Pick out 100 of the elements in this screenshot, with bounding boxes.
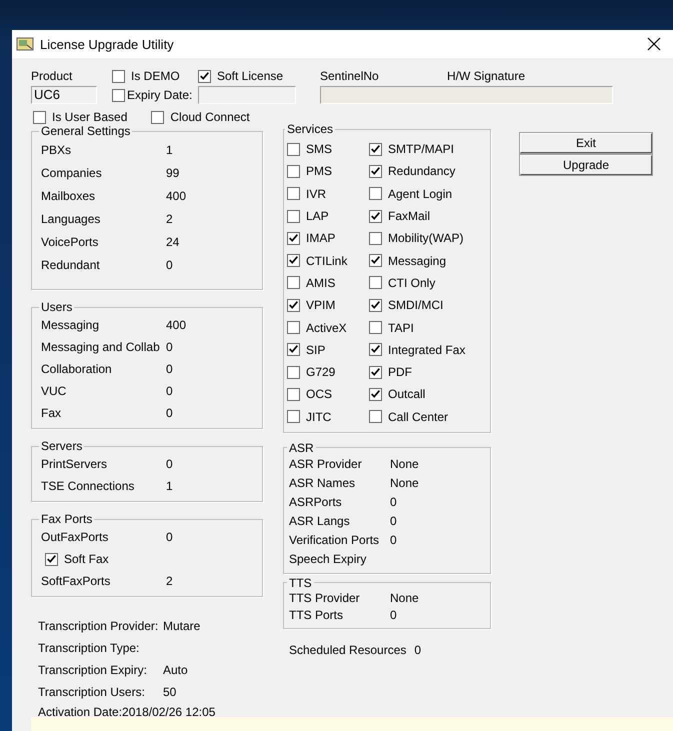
checkbox-label: Agent Login	[388, 186, 452, 201]
checkbox[interactable]	[112, 70, 125, 82]
field-label: ASR Names	[289, 476, 356, 490]
checkbox-label: CTI Only	[388, 276, 436, 290]
field-value: 0	[414, 642, 422, 657]
field-label: Verification Ports	[289, 533, 380, 548]
checkbox-label: IMAP	[306, 231, 336, 246]
checkbox-label: ActiveX	[306, 320, 347, 335]
field-value: 0	[166, 258, 173, 272]
field-label: SoftFaxPorts	[41, 574, 112, 588]
checkbox-label: VPIM	[306, 298, 336, 312]
checkbox[interactable]	[369, 410, 382, 424]
activation-date: Activation Date:2018/02/26 12:05	[38, 705, 216, 719]
checkbox-label: AMIS	[306, 276, 336, 290]
field-value: 0	[390, 608, 397, 622]
checkbox[interactable]	[369, 366, 382, 379]
checkbox[interactable]	[287, 164, 300, 178]
checkbox[interactable]	[33, 110, 46, 124]
field-label: Transcription Provider:	[38, 619, 160, 633]
checkbox[interactable]	[369, 321, 382, 334]
checkbox-label: Soft Fax	[64, 552, 109, 566]
checkbox-label: Outcall	[388, 387, 426, 402]
checkbox[interactable]	[112, 88, 125, 102]
group-title: Fax Ports	[40, 512, 94, 526]
checkbox[interactable]	[287, 276, 300, 290]
field-label: Companies	[41, 166, 103, 180]
field-label: Speech Expiry	[289, 552, 368, 566]
product-field[interactable]: UC6	[31, 86, 97, 104]
field-label: Mailboxes	[41, 188, 96, 202]
field-label: PrintServers	[41, 457, 108, 471]
checkbox-label: PMS	[306, 164, 332, 178]
group-title: Servers	[40, 439, 84, 453]
field-label: Redundant	[41, 258, 101, 272]
checkbox[interactable]	[287, 232, 300, 245]
checkbox-label: Messaging	[388, 254, 446, 268]
checkbox[interactable]	[369, 210, 382, 223]
checkbox[interactable]	[45, 552, 58, 566]
field-label: ASR Provider	[289, 457, 363, 472]
field-label: Messaging	[41, 318, 100, 332]
checkbox[interactable]	[369, 276, 382, 290]
field-value: 2	[166, 574, 173, 588]
field-value: 400	[166, 188, 186, 202]
field-value: 99	[166, 166, 180, 180]
checkbox[interactable]	[369, 343, 382, 356]
app-icon	[16, 36, 34, 52]
field-label: TSE Connections	[41, 479, 136, 493]
checkbox-label: SIP	[306, 342, 326, 357]
checkbox[interactable]	[369, 142, 382, 156]
checkbox-label: Is User Based	[52, 110, 128, 124]
checkbox[interactable]	[369, 187, 382, 200]
group-title: ASR	[288, 440, 315, 455]
checkbox-label: OCS	[306, 387, 332, 402]
checkbox[interactable]	[151, 110, 164, 124]
field-value: None	[390, 476, 419, 490]
checkbox[interactable]	[287, 410, 300, 424]
field-value: Auto	[163, 663, 188, 677]
expiry-date-field[interactable]	[198, 86, 296, 104]
checkbox-label: Call Center	[388, 410, 448, 424]
field-label: Scheduled Resources	[289, 642, 406, 657]
checkbox[interactable]	[287, 388, 300, 401]
field-value: 24	[166, 234, 180, 248]
checkbox[interactable]	[369, 164, 382, 178]
checkbox[interactable]	[287, 298, 300, 312]
window-title: License Upgrade Utility	[40, 36, 175, 52]
checkbox-label: Expiry Date:	[127, 88, 192, 102]
checkbox-label: Cloud Connect	[170, 110, 250, 124]
group-title: Users	[40, 300, 74, 314]
field-label: OutFaxPorts	[41, 530, 110, 544]
dialog-button[interactable]: Exit	[520, 133, 652, 153]
checkbox[interactable]	[287, 254, 300, 268]
field-value: 0	[166, 384, 173, 398]
checkbox[interactable]	[287, 187, 300, 200]
checkbox-label: JITC	[306, 410, 332, 424]
dialog-button[interactable]: Upgrade	[520, 155, 652, 175]
checkbox[interactable]	[287, 142, 300, 156]
field-value: 0	[166, 362, 173, 376]
checkbox-label: IVR	[306, 186, 326, 201]
checkbox[interactable]	[287, 210, 300, 223]
field-value: None	[390, 591, 419, 606]
field-label: ASRPorts	[289, 495, 343, 510]
field-label: Collaboration	[41, 362, 113, 376]
checkbox[interactable]	[287, 321, 300, 334]
group-title: TTS	[288, 576, 313, 590]
checkbox[interactable]	[287, 366, 300, 379]
signature-field[interactable]	[320, 86, 613, 104]
checkbox[interactable]	[198, 70, 211, 82]
field-label: TTS Provider	[289, 591, 361, 606]
field-value: 0	[166, 457, 173, 471]
group-title: Services	[286, 122, 334, 136]
checkbox[interactable]	[369, 298, 382, 312]
checkbox-label: FaxMail	[388, 209, 430, 224]
checkbox[interactable]	[369, 388, 382, 401]
close-icon[interactable]	[647, 37, 661, 51]
checkbox-label: LAP	[306, 209, 329, 224]
checkbox-label: CTILink	[306, 254, 348, 268]
checkbox[interactable]	[369, 232, 382, 245]
checkbox[interactable]	[369, 254, 382, 268]
checkbox-label: Mobility(WAP)	[388, 231, 464, 246]
field-value: 0	[390, 495, 397, 510]
checkbox[interactable]	[287, 343, 300, 356]
